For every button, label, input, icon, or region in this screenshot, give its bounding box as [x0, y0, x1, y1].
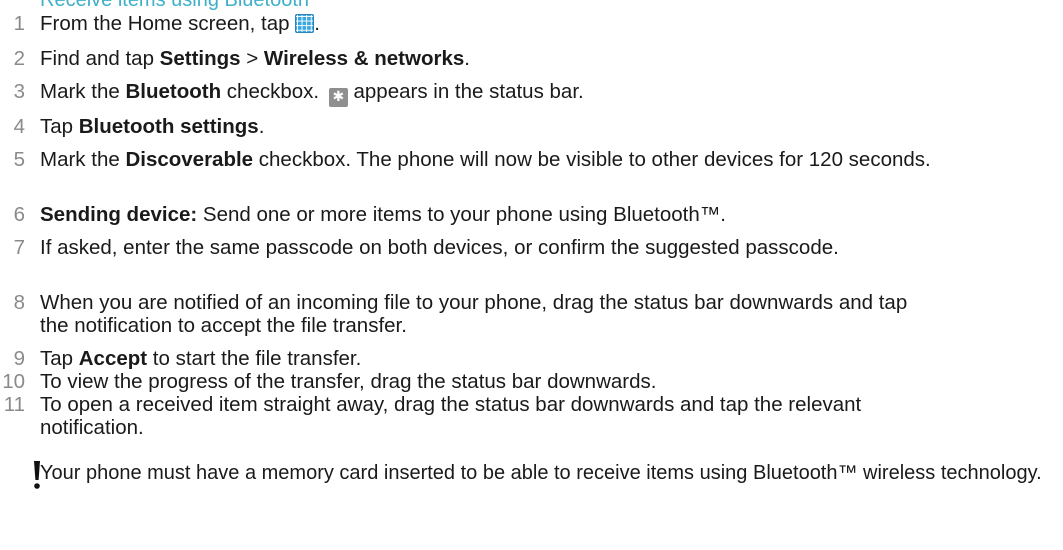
step-text: To view the progress of the transfer, dr… — [40, 370, 1020, 393]
step-text-part: . — [258, 115, 265, 138]
step-number: 2 — [13, 47, 25, 70]
step-text-part: . — [464, 47, 470, 70]
step-text-part: Mark the — [40, 80, 126, 103]
step-text-part: Tap — [40, 347, 79, 370]
step-text: Tap Accept to start the file transfer. — [40, 347, 1020, 370]
step-number: 6 — [13, 203, 25, 226]
step-number: 7 — [13, 236, 25, 259]
note-text: Your phone must have a memory card inser… — [40, 462, 1042, 484]
section-heading: Receive items using Bluetooth — [40, 0, 310, 11]
step-number: 11 — [3, 393, 25, 416]
apps-grid-icon — [295, 14, 315, 33]
step-bold-term: Wireless & networks — [263, 47, 465, 70]
step-text-part: Mark the — [40, 148, 126, 171]
step-number: 9 — [13, 347, 25, 370]
step-text-part: Send one or more items to your phone usi… — [197, 203, 726, 226]
step-text-part: > — [240, 47, 264, 70]
step-text-part: appears in the status bar. — [347, 80, 584, 103]
step-number: 5 — [13, 148, 25, 171]
step-text-part: Find and tap — [40, 47, 160, 70]
step-text: To open a received item straight away, d… — [40, 393, 910, 439]
step-text: Sending device: Send one or more items t… — [40, 203, 1020, 226]
step-text-part: To open a received item straight away, d… — [40, 393, 862, 439]
step-bold-term: Discoverable — [125, 148, 254, 171]
step-number: 3 — [13, 80, 25, 103]
step-text-part: checkbox. The phone will now be visible … — [253, 148, 931, 171]
step-text: From the Home screen, tap . — [40, 12, 1020, 35]
step-text-part: If asked, enter the same passcode on bot… — [40, 236, 839, 259]
step-text: Tap Bluetooth settings. — [40, 115, 1020, 138]
step-text: Mark the Discoverable checkbox. The phon… — [40, 148, 1020, 171]
step-bold-term: Sending device: — [40, 203, 198, 226]
step-text-part: Tap — [40, 115, 79, 138]
step-text: Find and tap Settings > Wireless & netwo… — [40, 47, 1020, 70]
step-number: 1 — [13, 12, 25, 35]
step-text-part: To view the progress of the transfer, dr… — [40, 370, 657, 393]
bluetooth-status-icon: ✱ — [328, 88, 348, 107]
step-text-part: checkbox. — [221, 80, 325, 103]
step-number: 10 — [2, 370, 25, 393]
step-bold-term: Accept — [78, 347, 148, 370]
step-text: When you are notified of an incoming fil… — [40, 291, 910, 337]
step-text: If asked, enter the same passcode on bot… — [40, 236, 860, 259]
step-bold-term: Settings — [159, 47, 241, 70]
step-text-part: From the Home screen, tap — [40, 12, 296, 35]
step-text-part: . — [314, 12, 320, 35]
step-bold-term: Bluetooth — [125, 80, 222, 103]
step-text: Mark the Bluetooth checkbox. ✱ appears i… — [40, 80, 1020, 107]
step-number: 8 — [13, 291, 25, 314]
step-number: 4 — [13, 115, 25, 138]
step-text-part: When you are notified of an incoming fil… — [40, 291, 908, 337]
step-bold-term: Bluetooth settings — [78, 115, 259, 138]
step-text-part: to start the file transfer. — [147, 347, 362, 370]
